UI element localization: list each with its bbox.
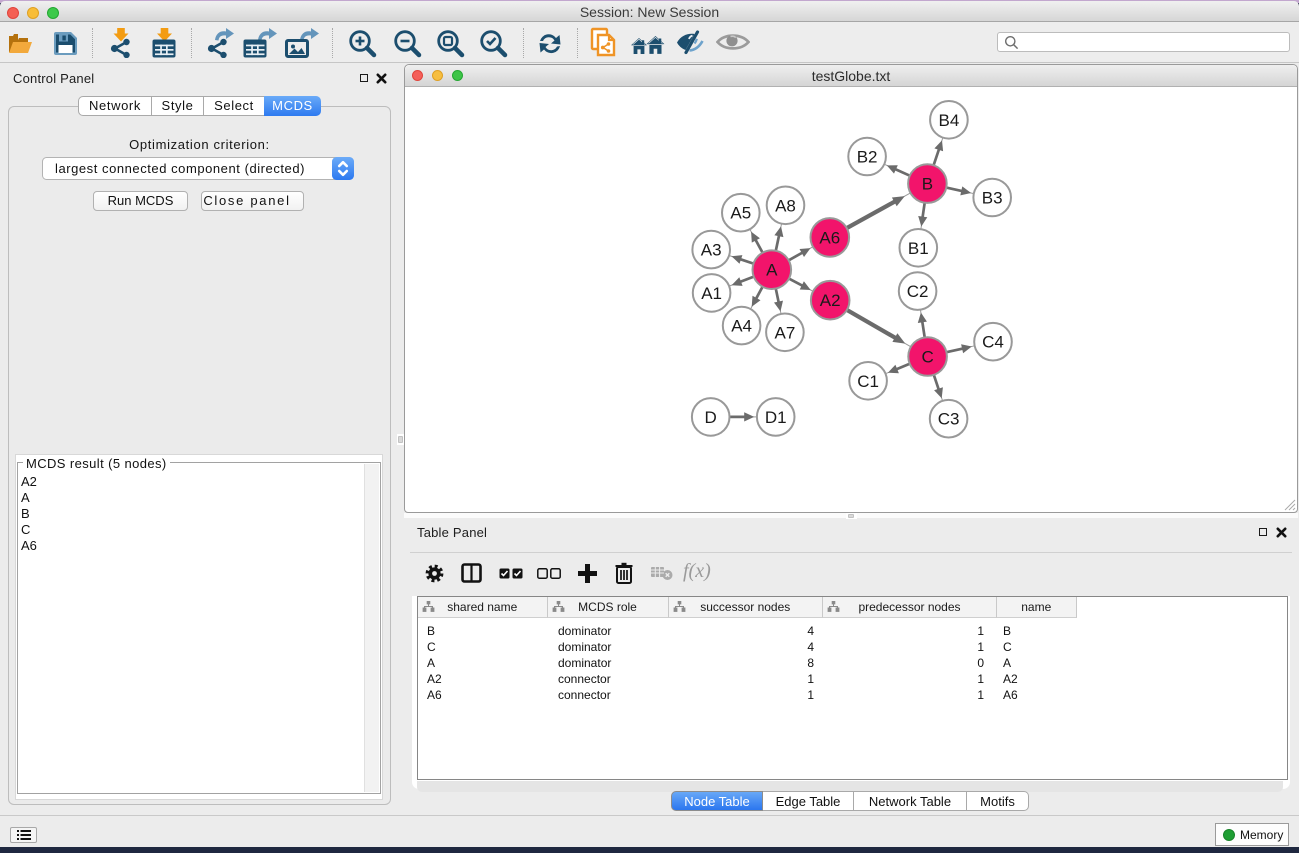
svg-text:A3: A3 (701, 241, 722, 260)
svg-text:A: A (766, 261, 778, 280)
svg-text:A2: A2 (820, 291, 841, 310)
svg-text:A4: A4 (731, 317, 752, 336)
svg-text:C3: C3 (938, 410, 960, 429)
svg-text:A7: A7 (775, 323, 796, 342)
svg-text:B3: B3 (982, 189, 1003, 208)
svg-text:C: C (921, 348, 933, 367)
svg-text:A8: A8 (775, 196, 796, 215)
svg-text:A6: A6 (819, 228, 840, 247)
svg-text:D: D (705, 408, 717, 427)
svg-text:A5: A5 (730, 204, 751, 223)
svg-text:C2: C2 (907, 282, 929, 301)
svg-text:B1: B1 (908, 239, 929, 258)
svg-text:A1: A1 (701, 284, 722, 303)
svg-text:B4: B4 (939, 111, 960, 130)
svg-text:B: B (922, 175, 933, 194)
svg-text:C1: C1 (857, 372, 879, 391)
svg-text:D1: D1 (765, 408, 787, 427)
svg-text:C4: C4 (982, 333, 1004, 352)
svg-text:B2: B2 (857, 148, 878, 167)
